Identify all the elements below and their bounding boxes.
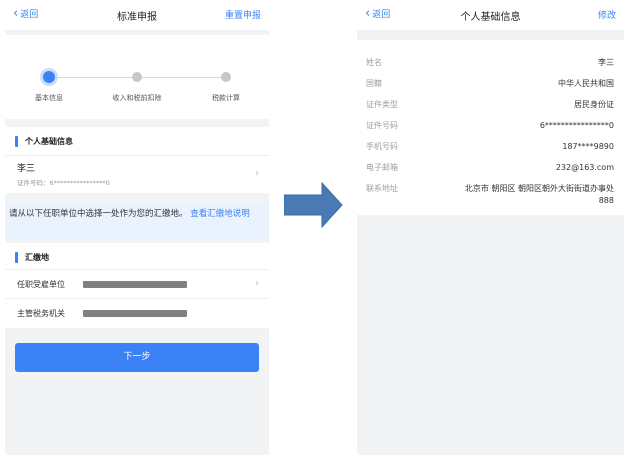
info-row-id-number: 证件号码 6****************0 xyxy=(357,117,624,137)
nav-bar: ‹ 返回 个人基础信息 修改 xyxy=(357,0,624,30)
edit-button[interactable]: 修改 xyxy=(598,8,616,21)
remit-notice: 请从以下任职单位中选择一处作为您的汇缴地。 查看汇缴地说明 xyxy=(5,203,269,240)
step-connector xyxy=(49,77,137,78)
field-value: 李三 xyxy=(598,58,614,67)
nav-bar: ‹ 返回 标准申报 重置申报 xyxy=(5,0,269,30)
step-dot xyxy=(132,72,142,82)
field-value: 居民身份证 xyxy=(574,100,614,109)
tax-authority-label: 主管税务机关 xyxy=(17,309,65,318)
redacted-value xyxy=(83,310,187,317)
redacted-value xyxy=(83,281,187,288)
remit-explanation-link[interactable]: 查看汇缴地说明 xyxy=(190,209,250,219)
section-title: 汇缴地 xyxy=(25,253,49,262)
info-row-address: 联系地址 北京市 朝阳区 朝阳区朝外大街街道办事处 888 xyxy=(357,180,624,210)
info-row-name: 姓名 李三 xyxy=(357,54,624,74)
section-accent-bar xyxy=(15,252,18,263)
person-card[interactable]: 李三 证件号码：6****************0 › xyxy=(5,155,269,193)
chevron-right-icon: › xyxy=(255,168,259,179)
right-arrow-icon xyxy=(284,181,343,229)
standard-declaration-screen: ‹ 返回 标准申报 重置申报 基本信息 收入和税前扣除 税款计算 个人基础信息 … xyxy=(5,0,269,455)
info-row-id-type: 证件类型 居民身份证 xyxy=(357,96,624,116)
section-accent-bar xyxy=(15,136,18,147)
reset-declaration-button[interactable]: 重置申报 xyxy=(225,8,261,21)
step-dot-active xyxy=(43,71,55,83)
field-label: 联系地址 xyxy=(366,184,398,193)
field-label: 电子邮箱 xyxy=(366,163,398,172)
person-name: 李三 xyxy=(17,164,36,174)
step-dot xyxy=(221,72,231,82)
info-list: 姓名 李三 国籍 中华人民共和国 证件类型 居民身份证 证件号码 6******… xyxy=(357,40,624,215)
step-label: 税款计算 xyxy=(212,94,240,102)
info-row-email: 电子邮箱 232@163.com xyxy=(357,159,624,179)
next-step-button[interactable]: 下一步 xyxy=(15,343,259,372)
step-label: 收入和税前扣除 xyxy=(112,94,162,102)
field-label: 国籍 xyxy=(366,79,382,88)
field-value: 187****9890 xyxy=(562,142,614,151)
info-row-phone: 手机号码 187****9890 xyxy=(357,138,624,158)
personal-info-screen: ‹ 返回 个人基础信息 修改 姓名 李三 国籍 中华人民共和国 证件类型 居民身… xyxy=(357,0,624,455)
field-value: 232@163.com xyxy=(555,163,614,172)
section-title: 个人基础信息 xyxy=(25,137,73,146)
field-label: 手机号码 xyxy=(366,142,398,151)
tax-authority-row[interactable]: 主管税务机关 xyxy=(5,298,269,328)
section-header-remit: 汇缴地 xyxy=(5,243,269,269)
field-label: 证件类型 xyxy=(366,100,398,109)
person-id-number: 证件号码：6****************0 xyxy=(17,179,110,187)
field-label: 证件号码 xyxy=(366,121,398,130)
employer-row[interactable]: 任职受雇单位 › xyxy=(5,269,269,298)
page-title: 个人基础信息 xyxy=(460,12,521,23)
field-value: 中华人民共和国 xyxy=(558,79,614,88)
field-value: 北京市 朝阳区 朝阳区朝外大街街道办事处 888 xyxy=(464,184,614,205)
step-connector xyxy=(137,77,226,78)
employer-label: 任职受雇单位 xyxy=(17,280,65,289)
section-header-personal: 个人基础信息 xyxy=(5,127,269,155)
chevron-right-icon: › xyxy=(255,278,259,289)
step-label: 基本信息 xyxy=(35,94,63,102)
info-row-nationality: 国籍 中华人民共和国 xyxy=(357,75,624,95)
notice-text: 请从以下任职单位中选择一处作为您的汇缴地。 xyxy=(9,209,188,219)
step-progress: 基本信息 收入和税前扣除 税款计算 xyxy=(5,35,269,119)
field-label: 姓名 xyxy=(366,58,382,67)
field-value: 6****************0 xyxy=(539,121,614,130)
